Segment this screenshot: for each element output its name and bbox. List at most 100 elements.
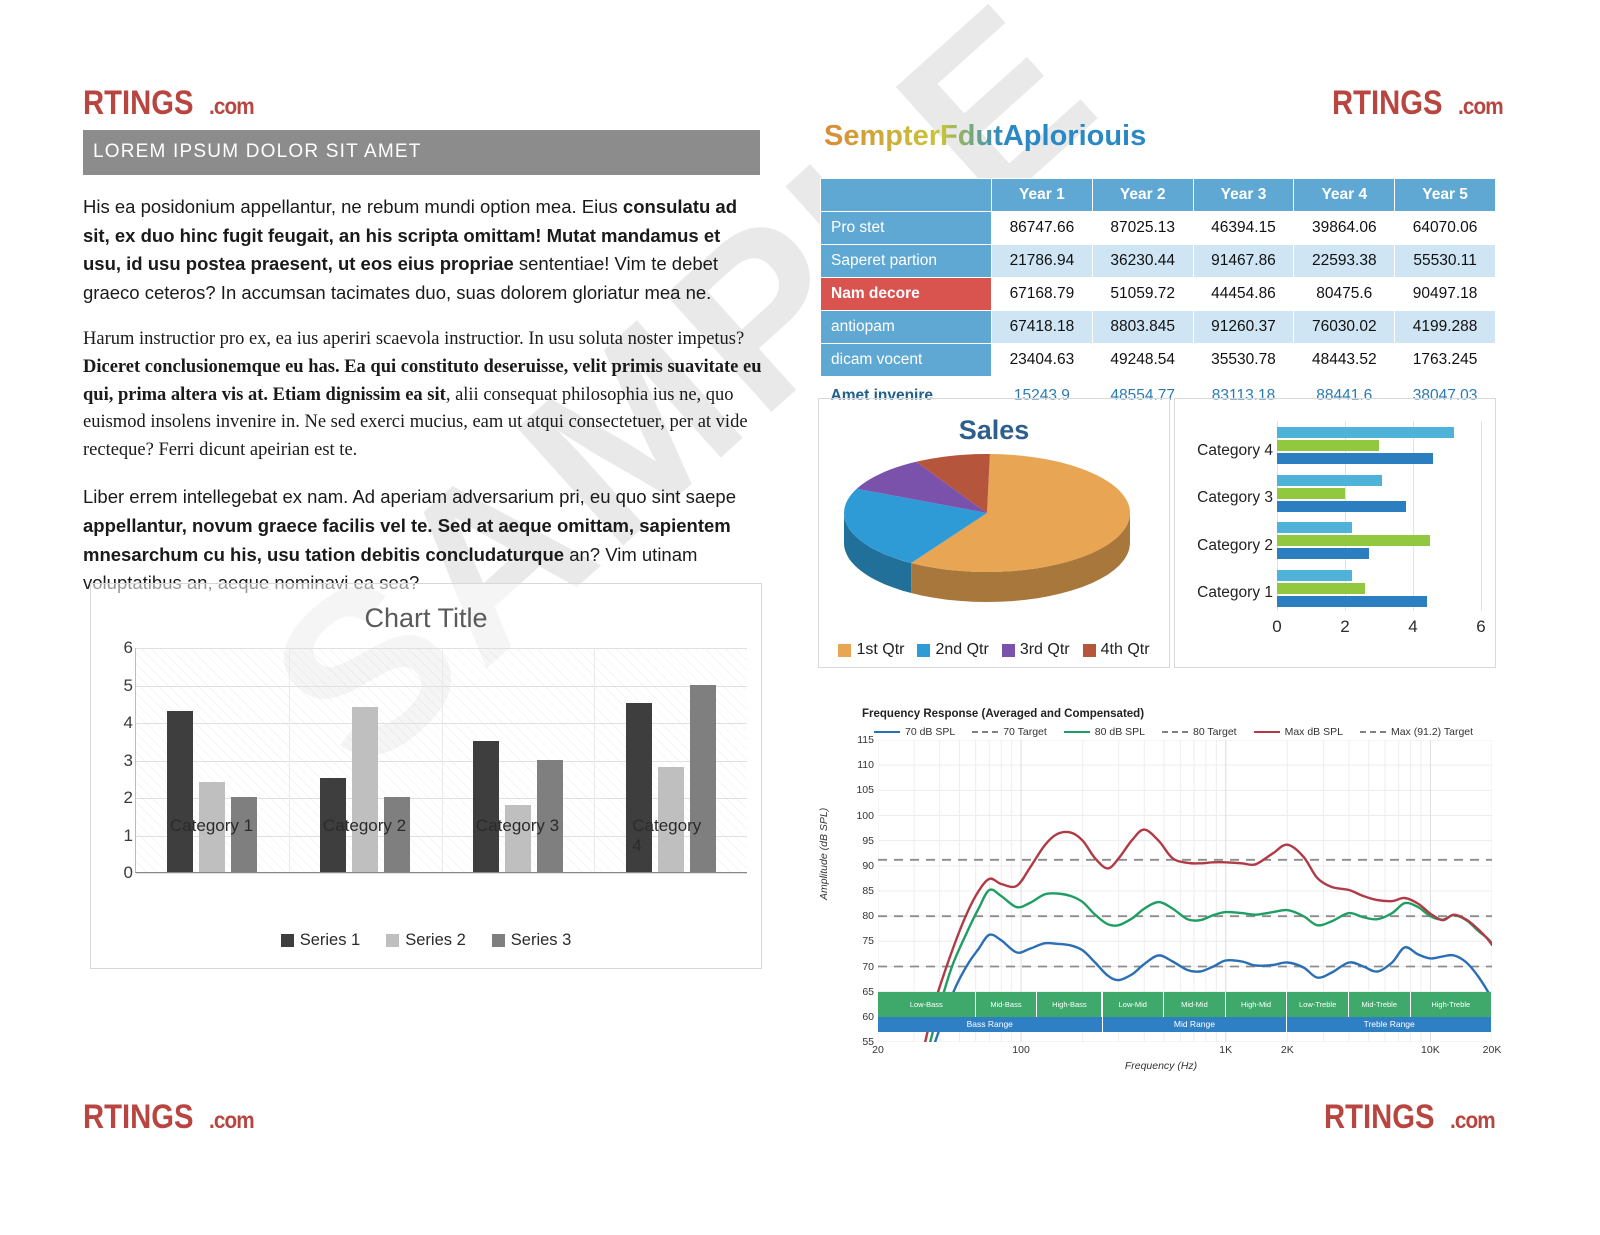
frequency-band: High-Treble [1410,991,1492,1017]
table-cell: 1763.245 [1394,343,1496,377]
table-cell: 91260.37 [1192,310,1295,344]
frequency-response-y-ticks: 55 60 65 70 75 80 85 90 95 100 105 110 115 [840,734,874,1048]
pie-chart-legend: 1st Qtr 2nd Qtr 3rd Qtr 4th Qtr [819,641,1169,659]
bar-group [1277,427,1481,466]
table-row: dicam vocent 23404.63 49248.54 35530.78 4844… [820,343,1496,377]
frequency-response-chart: Frequency Response (Averaged and Compens… [818,700,1501,1090]
bar [167,710,194,872]
frequency-band: Mid-Mid [1164,991,1226,1017]
legend-line-marker [1359,731,1386,733]
frequency-response-plot-area: Low-Bass Mid-Bass High-Bass Low-Mid Mid-Mid H… [877,739,1494,1044]
table-row-label: Pro stet [820,211,992,245]
table-cell: 23404.63 [991,343,1093,377]
rtings-logo-bottom-left: RTINGS .com [83,1098,259,1137]
table-cell: 4199.288 [1394,310,1496,344]
legend-label: 80 Target [1193,726,1237,738]
column-chart-title: Chart Title [364,603,488,633]
gridline [136,873,747,874]
horizontal-bar-plot-area [1277,421,1482,611]
frequency-band: High-Bass [1037,991,1103,1017]
table-column-header: Year 5 [1394,178,1496,212]
y-tick-label: 0 [123,863,133,882]
frequency-band: Mid-Treble [1348,991,1411,1017]
legend-item: 80 dB SPL [1063,726,1145,738]
table-row-label: antiopam [820,310,992,344]
frequency-range: Treble Range [1287,1016,1492,1032]
horizontal-bar-x-labels: 0 2 4 6 [1272,617,1485,637]
y-tick-label: 85 [862,885,874,897]
table-cell: 80475.6 [1293,277,1396,311]
table-cell: 49248.54 [1091,343,1194,377]
table-cell: 39864.06 [1293,211,1396,245]
bar [1277,487,1345,499]
brand-suffix: .com [209,93,255,119]
y-tick-label: 4 [123,713,133,732]
legend-item: Series 2 [386,931,466,950]
bar [1277,582,1366,594]
table-cell: 86747.66 [991,211,1093,245]
legend-label: 2nd Qtr [935,641,989,658]
frequency-band: High-Mid [1225,991,1288,1017]
table-cell: 35530.78 [1192,343,1295,377]
table-row-label: Nam decore [820,277,992,311]
y-tick-label: Category 3 [1197,489,1273,507]
table-cell: 67418.18 [991,310,1093,344]
frequency-range: Bass Range [878,1016,1103,1032]
x-tick-label: 2 [1340,617,1350,636]
title-word-1: Sempter [824,120,941,152]
table-row-label: Saperet partion [820,244,992,278]
legend-label: Series 3 [510,931,572,949]
pie-chart-svg [844,453,1131,602]
y-tick-label: Category 4 [1197,441,1273,459]
y-tick-label: 60 [862,1010,874,1023]
y-tick-label: 100 [856,809,874,822]
legend-item: Series 3 [491,931,572,950]
bar [1277,522,1352,533]
horizontal-bar-chart: Category 1 Category 2 Category 3 Category 4… [1174,398,1496,668]
y-tick-label: 3 [123,750,133,770]
bar [1277,569,1352,581]
table-row: Nam decore 67168.79 51059.72 44454.86 80475.… [820,277,1496,311]
bar-group [1277,474,1481,514]
y-tick-label: 105 [856,784,874,797]
legend-line-marker [972,731,999,733]
x-tick-label: 20 [872,1044,884,1056]
table-cell: 22593.38 [1293,244,1396,278]
y-tick-label: 95 [862,834,874,847]
table-cell: 44454.86 [1192,277,1295,311]
legend-item: Max (91.2) Target [1359,726,1473,738]
legend-item: 80 Target [1162,726,1237,738]
y-tick-label: 5 [123,675,133,695]
table-cell: 91467.86 [1192,244,1295,278]
frequency-band: Mid-Bass [975,991,1038,1017]
table-cell: 87025.13 [1091,211,1194,245]
bar [1277,595,1427,607]
frequency-response-x-axis-label: Frequency (Hz) [1124,1060,1198,1072]
legend-item: Series 1 [280,931,361,950]
legend-swatch [917,643,931,657]
bar-group [1277,522,1481,561]
y-tick-label: 1 [123,825,133,845]
table-cell: 67168.79 [991,277,1093,311]
paragraph-one-part-a: His ea posidonium appellantur, ne rebum … [83,196,623,217]
bar-group [1277,569,1481,609]
legend-label: 4th Qtr [1100,641,1150,658]
legend-label: Series 1 [299,931,361,949]
legend-label: 1st Qtr [856,641,905,658]
frequency-band: Low-Bass [878,991,976,1017]
frequency-response-legend: 70 dB SPL 70 Target 80 dB SPL 80 Target Max … [874,726,1496,738]
bar [1277,453,1434,464]
table-column-header: Year 1 [991,178,1093,212]
table-cell: 76030.02 [1293,310,1396,344]
frequency-band: Low-Mid [1102,991,1165,1017]
table-row: Pro stet 86747.66 87025.13 46394.15 39864.06… [820,211,1496,245]
y-tick-label: 2 [123,788,133,807]
y-tick-label: Category 1 [1197,584,1273,602]
y-tick-label: 110 [857,759,874,772]
legend-item: 70 dB SPL [874,726,955,738]
y-tick-label: 6 [123,638,133,657]
y-tick-label: 75 [862,935,874,948]
table-row: antiopam 67418.18 8803.845 91260.37 76030.02… [820,310,1496,344]
paragraph-one: His ea posidonium appellantur, ne rebum … [83,193,763,308]
y-tick-label: 70 [862,960,874,973]
